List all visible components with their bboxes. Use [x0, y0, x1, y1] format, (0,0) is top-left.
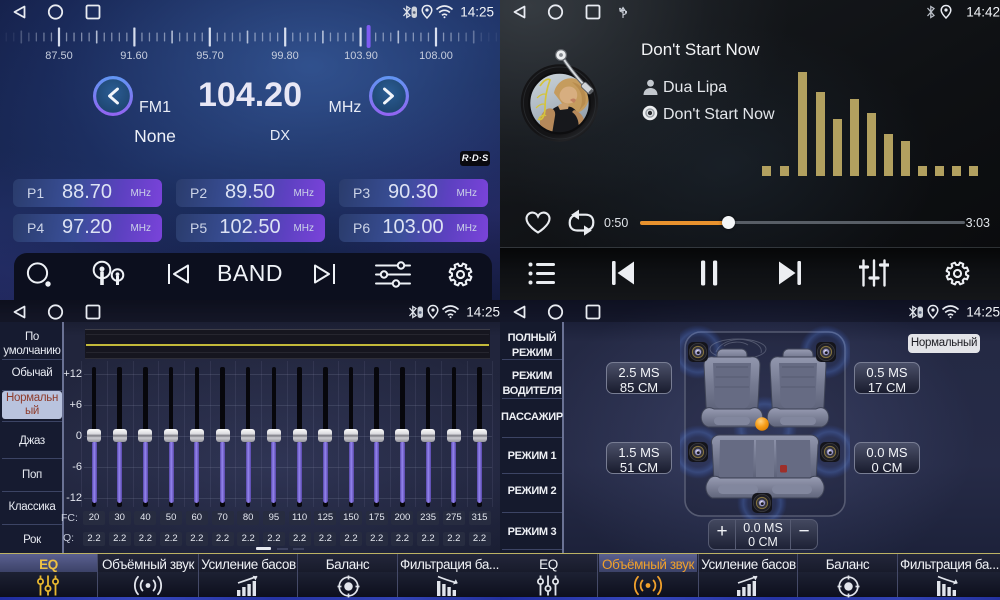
svg-text:14:25: 14:25: [466, 305, 500, 320]
svg-text:14:25: 14:25: [966, 305, 1000, 320]
svg-text:14:42: 14:42: [966, 5, 1000, 20]
svg-text:14:25: 14:25: [460, 5, 494, 20]
